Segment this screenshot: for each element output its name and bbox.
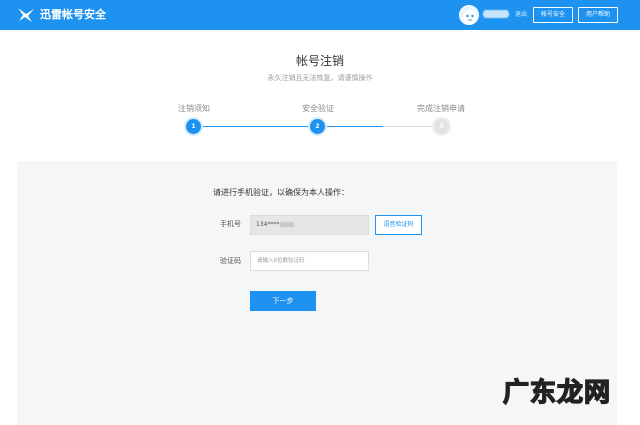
step-connector-2-done xyxy=(325,126,383,127)
voice-code-button[interactable]: 语音验证码 xyxy=(375,215,422,235)
xunlei-bird-logo-icon xyxy=(18,8,34,22)
verification-prompt: 请进行手机验证，以确保为本人操作： xyxy=(213,188,349,197)
step-label-3: 完成注销申请 xyxy=(417,104,465,113)
page-subtitle: 永久注销且无法恢复，请谨慎操作 xyxy=(267,74,373,82)
step-dot-3: 3 xyxy=(434,119,449,134)
step-connector-2-pending xyxy=(383,126,435,127)
avatar-face-icon xyxy=(463,10,477,24)
account-security-button[interactable]: 帐号安全 xyxy=(533,7,573,23)
brand-name: 迅雷帐号安全 xyxy=(40,8,106,21)
verification-code-input[interactable]: 请输入6位数验证码 xyxy=(250,251,369,271)
phone-value: 134**** xyxy=(256,221,280,228)
step-connector-1 xyxy=(201,126,311,127)
top-navigation-bar: 迅雷帐号安全 退出 帐号安全 用户帮助 xyxy=(0,0,640,30)
username-blurred xyxy=(483,10,509,18)
step-dot-1: 1 xyxy=(186,119,201,134)
logout-link[interactable]: 退出 xyxy=(515,10,527,19)
site-watermark: 广东龙网 xyxy=(502,377,612,408)
page-title: 帐号注销 xyxy=(295,54,344,68)
step-dot-2: 2 xyxy=(310,119,325,134)
next-step-button[interactable]: 下一步 xyxy=(250,291,316,311)
step-label-1: 注销须知 xyxy=(178,104,210,113)
phone-field: 134**** xyxy=(250,215,369,235)
user-help-button[interactable]: 用户帮助 xyxy=(578,7,618,23)
step-label-2: 安全验证 xyxy=(302,104,334,113)
phone-blurred-digits xyxy=(280,222,295,227)
phone-label: 手机号 xyxy=(220,220,241,228)
avatar[interactable] xyxy=(459,5,479,25)
code-label: 验证码 xyxy=(220,257,241,265)
